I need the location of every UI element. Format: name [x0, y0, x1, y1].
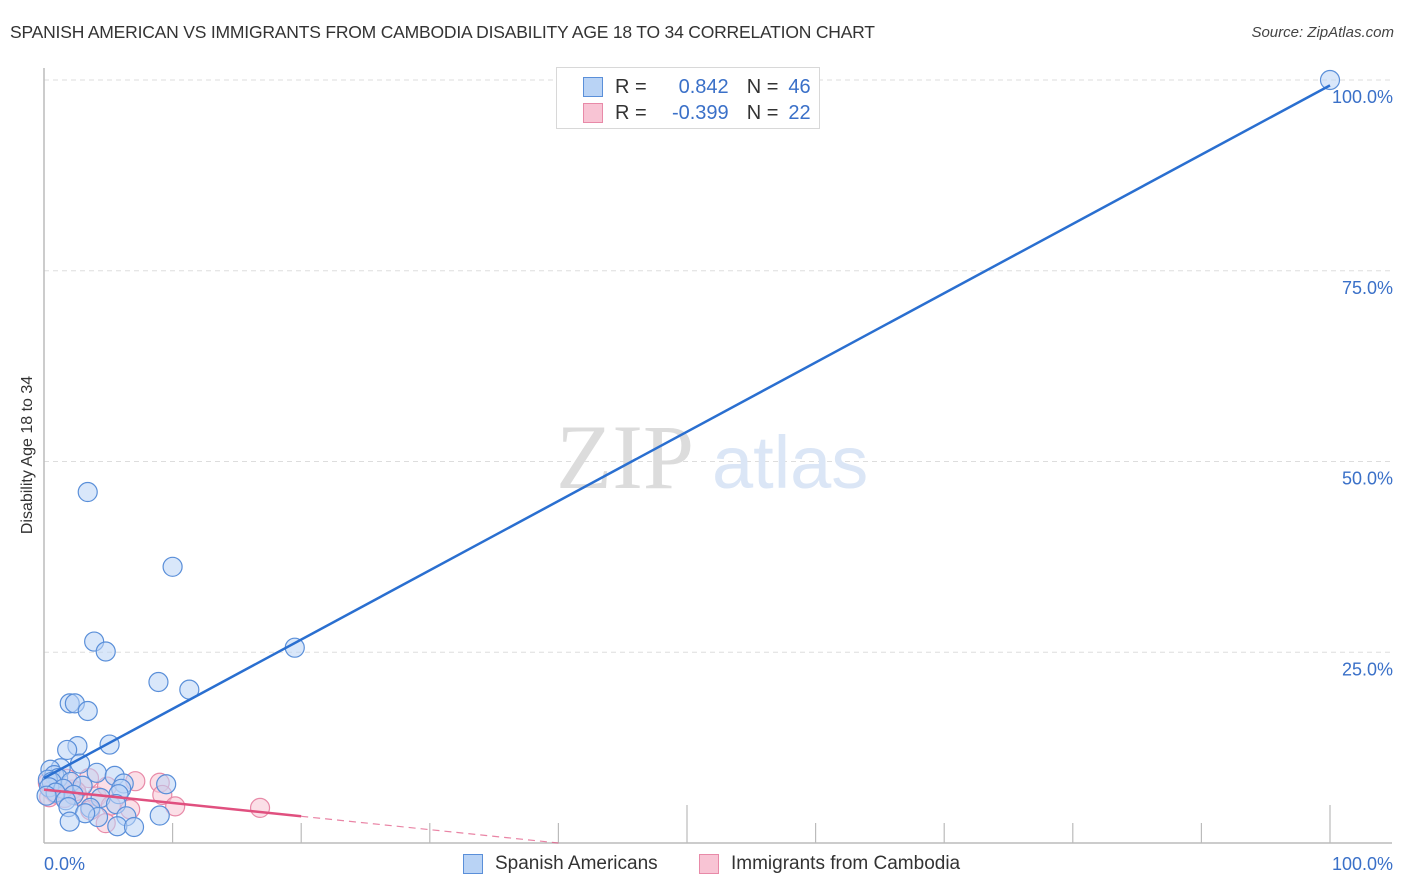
cambodia-swatch-icon	[583, 103, 603, 123]
correlation-legend: R = 0.842 N = 46 R = -0.399 N = 22	[556, 67, 820, 129]
scatter-chart: ZIP atlas 25.0%50.0%75.0%100.0%0.0% 100.0…	[36, 68, 1393, 874]
y-tick-label: 25.0%	[1342, 659, 1393, 679]
legend-item-spanish[interactable]: Spanish Americans	[463, 853, 658, 875]
y-axis-label: Disability Age 18 to 34	[19, 375, 36, 535]
legend-row-spanish: R = 0.842 N = 46	[583, 74, 811, 100]
cambodia-swatch-icon	[699, 854, 719, 874]
r-value: 0.842	[678, 75, 729, 98]
spanish-trend-line	[43, 84, 1331, 780]
spanish-point	[156, 774, 177, 795]
legend-item-cambodia[interactable]: Immigrants from Cambodia	[699, 853, 960, 875]
watermark-atlas: atlas	[712, 421, 868, 504]
r-label: R =	[615, 75, 647, 98]
watermark-zip: ZIP	[556, 406, 694, 508]
spanish-point	[77, 700, 98, 722]
spanish-point	[77, 481, 98, 503]
y-tick-label: 75.0%	[1342, 278, 1393, 298]
series-legend: Spanish Americans Immigrants from Cambod…	[0, 850, 1406, 880]
n-label: N =	[746, 75, 779, 98]
legend-row-cambodia: R = -0.399 N = 22	[583, 100, 811, 126]
y-tick-label: 100.0%	[1332, 87, 1393, 107]
spanish-point	[148, 671, 169, 693]
r-value: -0.399	[671, 101, 729, 124]
spanish-point	[123, 816, 145, 838]
cambodia-point	[249, 797, 271, 819]
legend-label: Spanish Americans	[495, 853, 658, 874]
spanish-point	[95, 641, 116, 662]
n-value: 46	[788, 75, 811, 98]
spanish-swatch-icon	[583, 77, 603, 97]
grid-lines	[44, 79, 1390, 653]
spanish-point	[149, 805, 170, 826]
watermark: ZIP atlas	[556, 406, 868, 508]
spanish-point	[59, 811, 80, 832]
n-value: 22	[788, 101, 811, 124]
legend-label: Immigrants from Cambodia	[731, 853, 961, 874]
r-label: R =	[615, 101, 647, 124]
spanish-point	[162, 556, 183, 577]
n-label: N =	[746, 101, 779, 124]
y-tick-label: 50.0%	[1342, 469, 1393, 489]
spanish-swatch-icon	[463, 854, 483, 874]
